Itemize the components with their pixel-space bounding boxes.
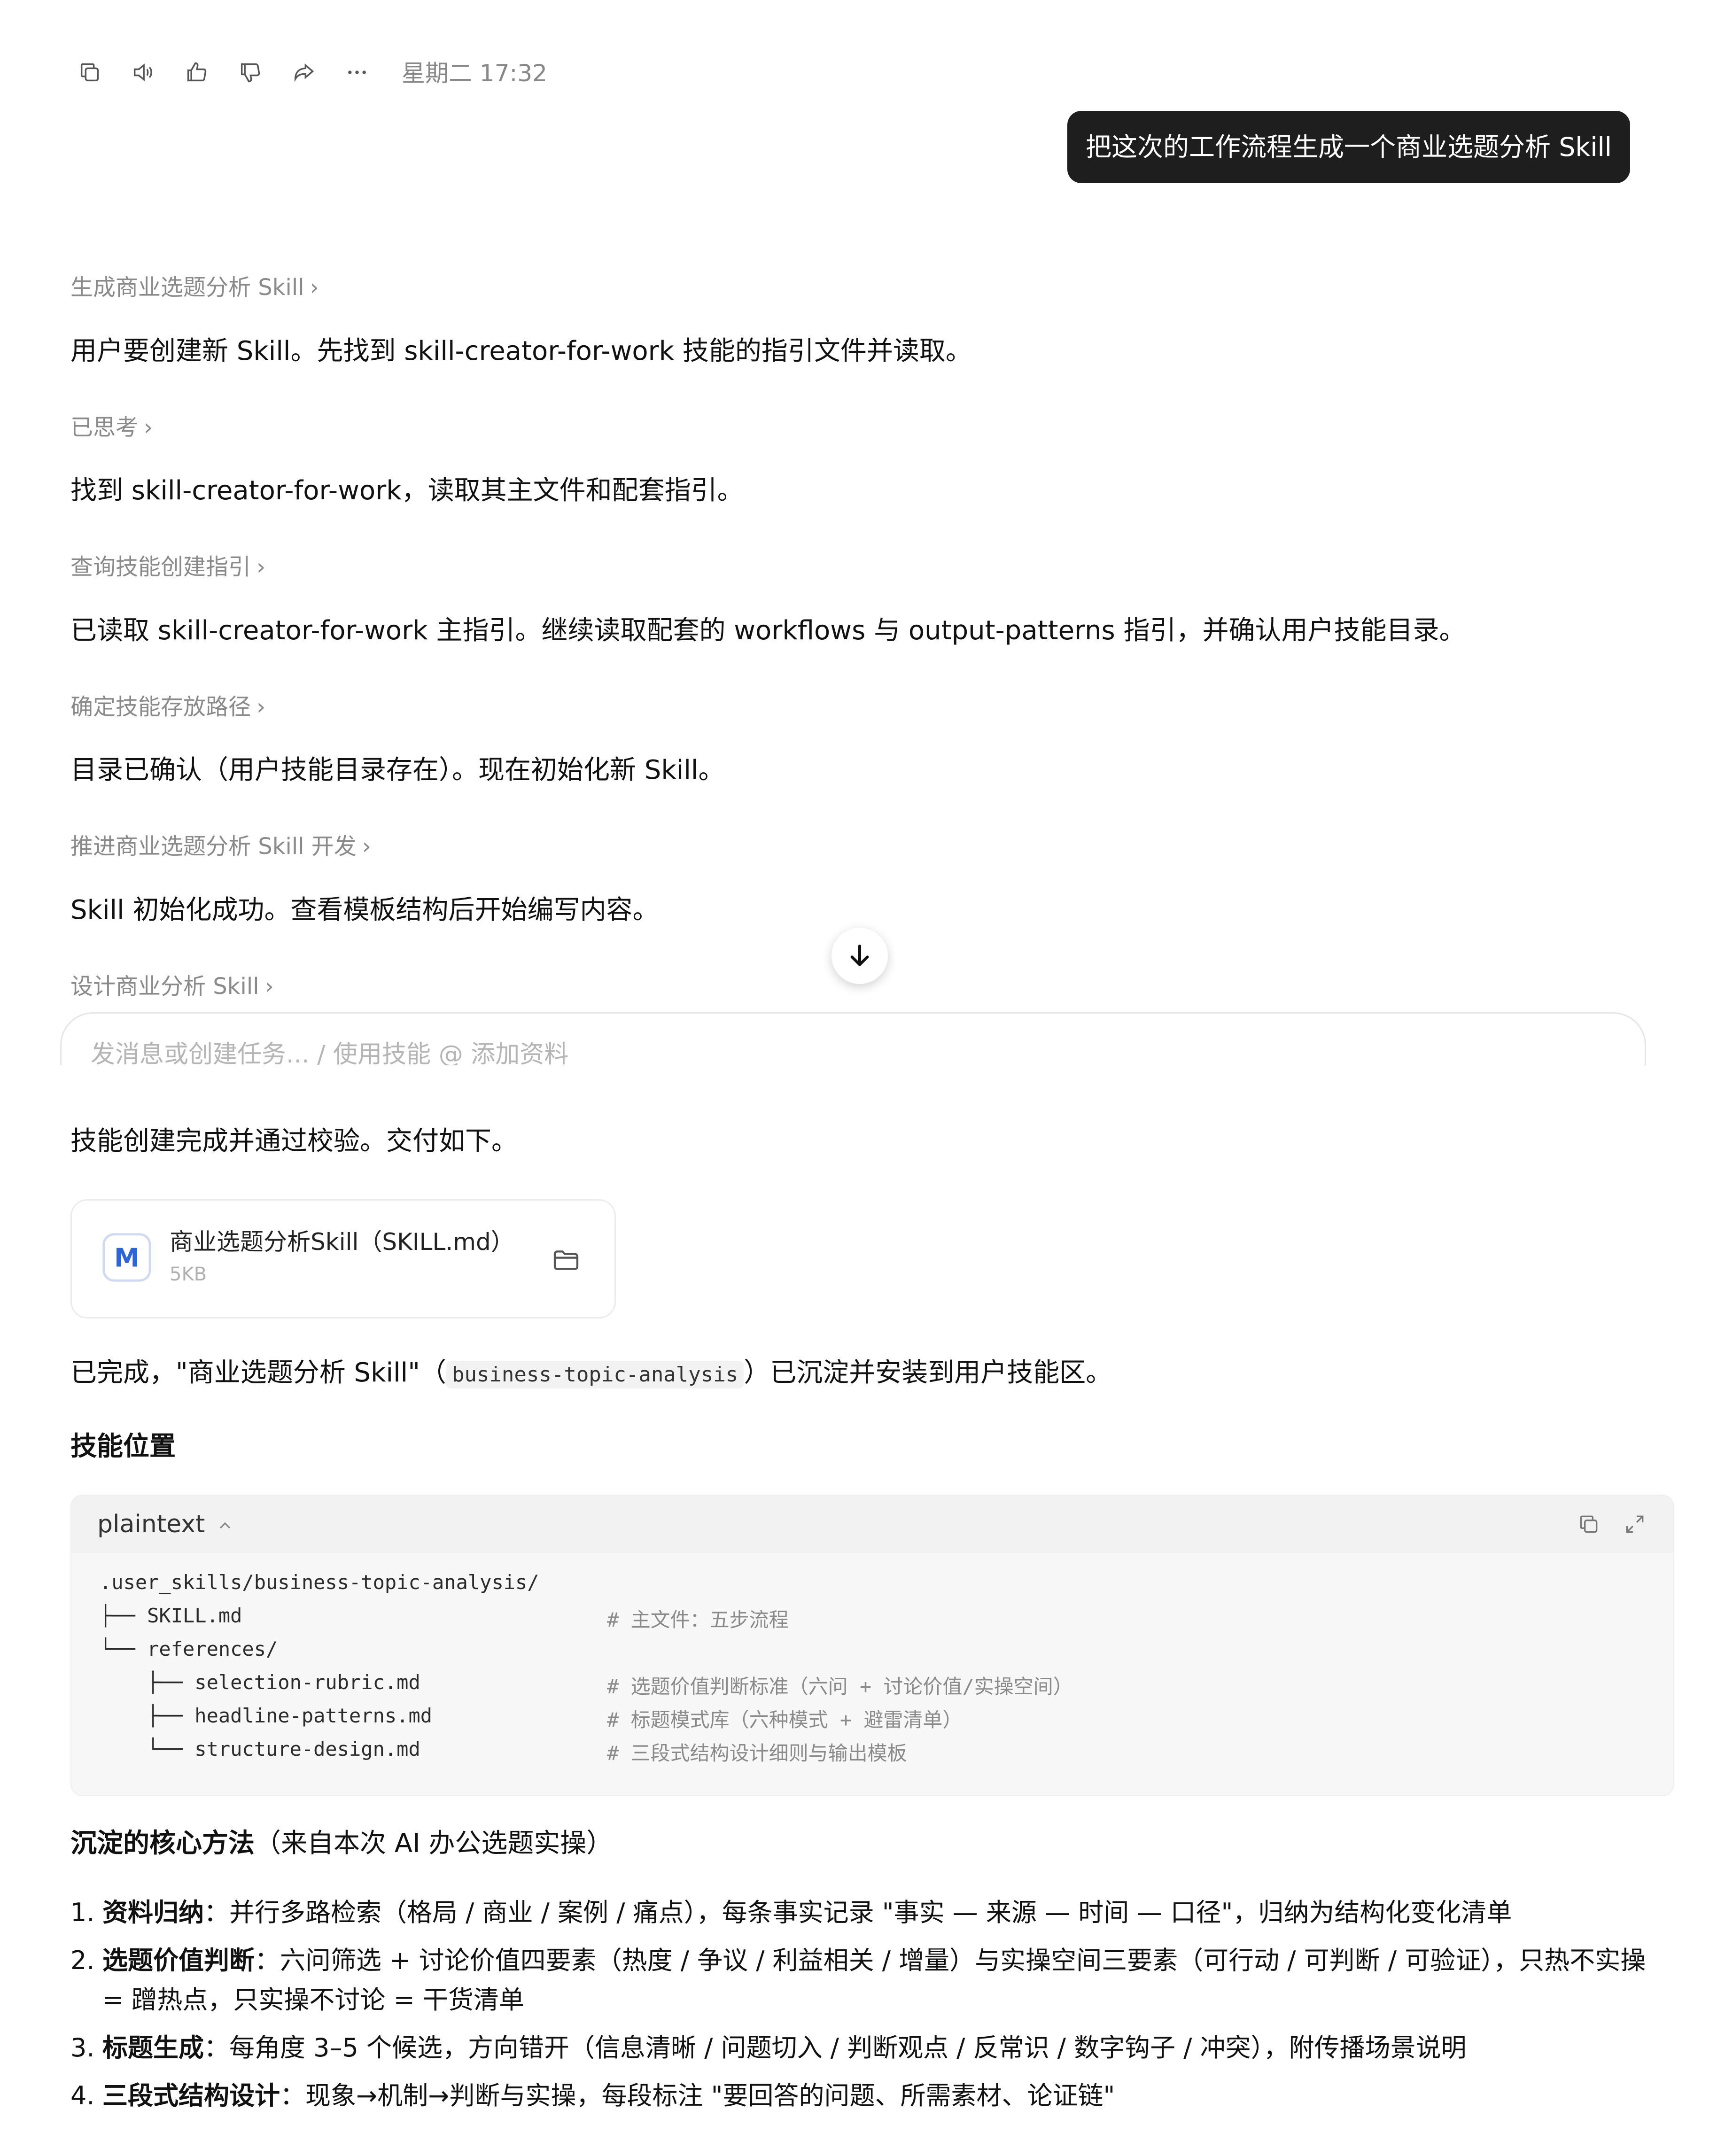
more-icon[interactable]: [345, 60, 369, 85]
step-title-label: 确定技能存放路径: [70, 694, 251, 720]
code-line: ├── selection-rubric.md # 选题价值判断标准（六问 + 讨…: [100, 1671, 1073, 1704]
arrow-down-icon: [847, 943, 873, 969]
list-item-text: ：并行多路检索（格局 / 商业 / 案例 / 痛点），每条事实记录 "事实 — …: [204, 1898, 1512, 1927]
chevron-right-icon: ›: [362, 833, 371, 860]
code-comment: # 三段式结构设计细则与输出模板: [607, 1742, 907, 1765]
thumbs-down-icon[interactable]: [238, 60, 262, 85]
method-heading: 沉淀的核心方法（来自本次 AI 办公选题实操）: [70, 1827, 613, 1860]
share-icon[interactable]: [291, 60, 316, 85]
chevron-up-icon: [216, 1516, 234, 1535]
thumbs-up-icon[interactable]: [184, 60, 209, 85]
completion-suffix: ）已沉淀并安装到用户技能区。: [744, 1357, 1112, 1388]
list-item-title: 标题生成: [102, 2033, 204, 2063]
chevron-right-icon: ›: [256, 694, 266, 720]
message-timestamp: 星期二 17:32: [402, 60, 547, 87]
code-block: plaintext .user_skills/business-topic-an…: [70, 1495, 1674, 1796]
chevron-right-icon: ›: [144, 414, 153, 441]
user-message-bubble: 把这次的工作流程生成一个商业选题分析 Skill: [1067, 111, 1630, 183]
message-composer[interactable]: 发消息或创建任务... / 使用技能 @ 添加资料: [60, 1012, 1646, 1070]
list-number: 1.: [70, 1898, 95, 1927]
code-line: └── references/: [100, 1637, 539, 1671]
code-language-label: plaintext: [97, 1510, 205, 1538]
file-size: 5KB: [170, 1264, 207, 1285]
step-title-label: 设计商业分析 Skill: [70, 973, 259, 1000]
step-text-2: 找到 skill-creator-for-work，读取其主文件和配套指引。: [70, 475, 744, 506]
chevron-right-icon: ›: [310, 274, 319, 301]
method-list: 1. 资料归纳：并行多路检索（格局 / 商业 / 案例 / 痛点），每条事实记录 …: [70, 1893, 1668, 2124]
code-line: .user_skills/business-topic-analysis/: [100, 1571, 539, 1604]
file-attachment-card[interactable]: M 商业选题分析Skill（SKILL.md） 5KB: [70, 1199, 616, 1318]
list-item-text: ：现象→机制→判断与实操，每段标注 "要回答的问题、所需素材、论证链": [280, 2081, 1115, 2110]
location-heading: 技能位置: [70, 1431, 176, 1462]
chevron-right-icon: ›: [264, 973, 274, 1000]
list-item: 3. 标题生成：每角度 3–5 个候选，方向错开（信息清晰 / 问题切入 / 判断…: [70, 2028, 1668, 2068]
code-comment: # 标题模式库（六种模式 + 避雷清单）: [607, 1708, 963, 1731]
copy-code-icon[interactable]: [1577, 1512, 1601, 1536]
speaker-icon[interactable]: [131, 60, 155, 85]
step-title-6[interactable]: 设计商业分析 Skill ›: [70, 972, 274, 1000]
method-heading-bold: 沉淀的核心方法: [70, 1828, 255, 1859]
list-item-title: 资料归纳: [102, 1898, 204, 1927]
step-title-label: 生成商业选题分析 Skill: [70, 274, 304, 301]
method-heading-rest: （来自本次 AI 办公选题实操）: [255, 1828, 613, 1859]
code-line: ├── headline-patterns.md # 标题模式库（六种模式 + 避…: [100, 1704, 962, 1737]
code-line: ├── SKILL.md # 主文件：五步流程: [100, 1604, 789, 1637]
code-line: └── structure-design.md # 三段式结构设计细则与输出模板: [100, 1737, 907, 1771]
chevron-right-icon: ›: [256, 554, 266, 580]
code-block-header: plaintext: [71, 1496, 1673, 1553]
list-number: 3.: [70, 2033, 95, 2063]
step-title-label: 已思考: [70, 414, 139, 441]
inline-code-skill-id: business-topic-analysis: [446, 1361, 744, 1388]
list-item-title: 三段式结构设计: [102, 2081, 280, 2110]
step-title-label: 推进商业选题分析 Skill 开发: [70, 833, 357, 860]
code-path: └── references/: [100, 1637, 278, 1660]
scroll-to-bottom-button[interactable]: [831, 928, 888, 984]
folder-icon[interactable]: [551, 1245, 581, 1275]
step-text-4: 目录已确认（用户技能目录存在）。现在初始化新 Skill。: [70, 755, 725, 785]
code-content: .user_skills/business-topic-analysis/ ├─…: [100, 1571, 1073, 1771]
list-item: 2. 选题价值判断：六问筛选 + 讨论价值四要素（热度 / 争议 / 利益相关 /…: [70, 1941, 1668, 2020]
completion-message: 已完成，"商业选题分析 Skill"（ business-topic-analys…: [70, 1357, 1112, 1391]
step-title-1[interactable]: 生成商业选题分析 Skill ›: [70, 273, 319, 302]
step-text-3: 已读取 skill-creator-for-work 主指引。继续读取配套的 w…: [70, 615, 1466, 646]
list-item-text: ：每角度 3–5 个候选，方向错开（信息清晰 / 问题切入 / 判断观点 / 反…: [204, 2033, 1467, 2063]
code-language-toggle[interactable]: plaintext: [97, 1509, 234, 1540]
code-path: .user_skills/business-topic-analysis/: [100, 1571, 539, 1594]
list-item-text: ：六问筛选 + 讨论价值四要素（热度 / 争议 / 利益相关 / 增量）与实操空…: [102, 1946, 1646, 2015]
markdown-file-icon: M: [99, 1230, 155, 1285]
list-number: 4.: [70, 2081, 95, 2110]
code-comment: # 选题价值判断标准（六问 + 讨论价值/实操空间）: [607, 1675, 1073, 1698]
step-title-3[interactable]: 查询技能创建指引 ›: [70, 553, 265, 581]
step-title-2[interactable]: 已思考 ›: [70, 413, 153, 442]
file-icon-letter: M: [114, 1243, 140, 1273]
code-path: └── structure-design.md: [100, 1737, 420, 1760]
message-action-bar: 星期二 17:32: [75, 55, 639, 89]
code-path: ├── SKILL.md: [100, 1604, 242, 1627]
copy-icon[interactable]: [78, 60, 102, 85]
list-item-title: 选题价值判断: [102, 1946, 255, 1975]
code-comment: # 主文件：五步流程: [607, 1608, 789, 1631]
screenshot-seam: [0, 1065, 1725, 1072]
completion-prefix: 已完成，"商业选题分析 Skill"（: [70, 1357, 446, 1388]
list-item: 1. 资料归纳：并行多路检索（格局 / 商业 / 案例 / 痛点），每条事实记录 …: [70, 1893, 1668, 1932]
step-title-4[interactable]: 确定技能存放路径 ›: [70, 693, 265, 721]
result-intro: 技能创建完成并通过校验。交付如下。: [70, 1126, 518, 1156]
code-path: ├── headline-patterns.md: [100, 1704, 433, 1727]
step-title-5[interactable]: 推进商业选题分析 Skill 开发 ›: [70, 832, 371, 861]
step-title-label: 查询技能创建指引: [70, 554, 251, 580]
list-item: 4. 三段式结构设计：现象→机制→判断与实操，每段标注 "要回答的问题、所需素材、…: [70, 2076, 1668, 2116]
file-name: 商业选题分析Skill（SKILL.md）: [170, 1228, 514, 1256]
step-text-1: 用户要创建新 Skill。先找到 skill-creator-for-work …: [70, 336, 972, 366]
step-text-5: Skill 初始化成功。查看模板结构后开始编写内容。: [70, 895, 659, 925]
expand-icon[interactable]: [1623, 1512, 1647, 1536]
list-number: 2.: [70, 1946, 95, 1975]
code-path: ├── selection-rubric.md: [100, 1671, 420, 1694]
